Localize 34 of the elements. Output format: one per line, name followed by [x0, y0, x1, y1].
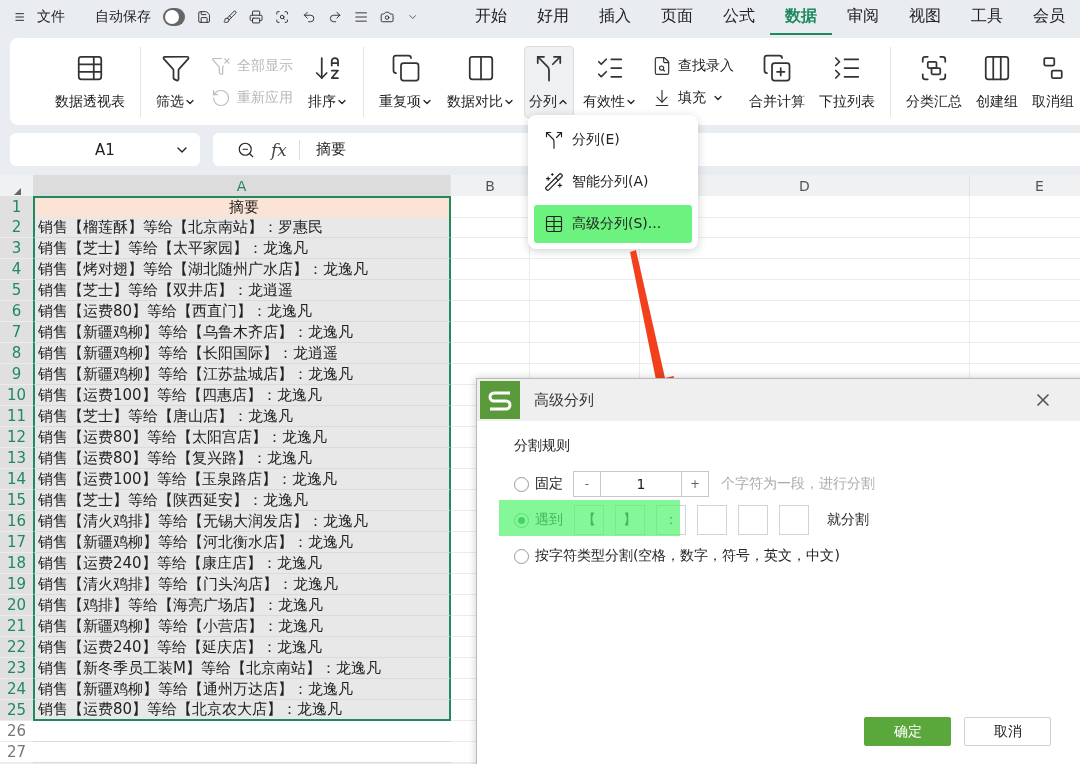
table-cell: 销售【运费240】等给【延庆店】：龙逸凡	[33, 637, 451, 658]
table-cell: 销售【新疆鸡柳】等给【河北衡水店】：龙逸凡	[33, 532, 451, 553]
hint-text: 个字符为一段，进行分割	[721, 475, 875, 493]
table-cell: 销售【芝士】等给【太平家园】：龙逸凡	[33, 238, 451, 259]
table-cell: 销售【运费100】等给【四惠店】：龙逸凡	[33, 385, 451, 406]
table-cell: 销售【运费100】等给【玉泉路店】：龙逸凡	[33, 469, 451, 490]
table-cell: 销售【新疆鸡柳】等给【长阳国际】：龙逍遥	[33, 343, 451, 364]
hint-text: 就分割	[827, 511, 869, 529]
table-cell: 销售【鸡排】等给【海亮广场店】：龙逸凡	[33, 595, 451, 616]
header-cell: 摘要	[33, 196, 451, 218]
table-cell: 销售【芝士】等给【陕西延安】：龙逸凡	[33, 490, 451, 511]
table-cell: 销售【新疆鸡柳】等给【江苏盐城店】：龙逸凡	[33, 364, 451, 385]
autosave-label: 自动保存	[95, 8, 152, 26]
table-cell: 销售【运费240】等给【康庄店】：龙逸凡	[33, 553, 451, 574]
table-cell: 销售【运费80】等给【复兴路】：龙逸凡	[33, 448, 451, 469]
fx-label: fx	[271, 139, 300, 160]
table-cell: 销售【芝士】等给【唐山店】：龙逸凡	[33, 406, 451, 427]
table-cell: 销售【新疆鸡柳】等给【乌鲁木齐店】：龙逸凡	[33, 322, 451, 343]
table-cell: 销售【新疆鸡柳】等给【小营店】：龙逸凡	[33, 616, 451, 637]
table-cell: 销售【新疆鸡柳】等给【通州万达店】：龙逸凡	[33, 679, 451, 700]
option-label: 按字符类型分割(空格，数字，符号，英文，中文)	[535, 547, 840, 565]
dialog-title: 高级分列	[534, 390, 595, 410]
table-cell: 销售【烤对翅】等给【湖北随州广水店】：龙逸凡	[33, 259, 451, 280]
table-cell: 销售【运费80】等给【太阳宫店】：龙逸凡	[33, 427, 451, 448]
table-cell: 销售【榴莲酥】等给【北京南站】：罗惠民	[33, 217, 451, 238]
table-cell: 销售【清火鸡排】等给【无锡大润发店】：龙逸凡	[33, 511, 451, 532]
table-cell: 销售【新冬季员工装M】等给【北京南站】：龙逸凡	[33, 658, 451, 679]
table-cell: 销售【清火鸡排】等给【门头沟店】：龙逸凡	[33, 574, 451, 595]
formula-value: 摘要	[315, 140, 346, 159]
section-label: 分割规则	[514, 437, 571, 455]
option-label: 固定	[535, 475, 563, 493]
table-cell: 销售【运费80】等给【北京农大店】：龙逸凡	[33, 700, 451, 721]
table-cell: 销售【运费80】等给【西直门】：龙逸凡	[33, 301, 451, 322]
table-cell: 销售【芝士】等给【双井店】：龙逍遥	[33, 280, 451, 301]
